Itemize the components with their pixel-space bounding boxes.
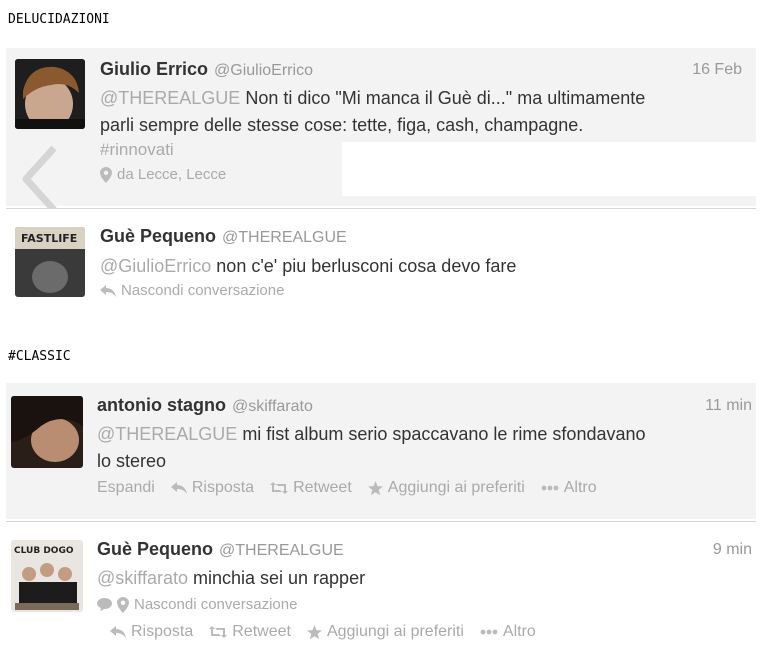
reply-button[interactable]: Risposta (110, 623, 193, 641)
author-handle[interactable]: @THEREALGUE (219, 542, 344, 559)
location-pin-icon (100, 166, 112, 183)
tweet-date[interactable]: 16 Feb (692, 61, 742, 79)
tweet-text: @skiffarato minchia sei un rapper (97, 568, 366, 588)
retweet-icon (270, 482, 289, 494)
tweet-text: @THEREALGUE Non ti dico "Mi manca il Guè… (100, 88, 646, 135)
hashtag-link[interactable]: #rinnovati (100, 136, 174, 163)
tweet-text: @THEREALGUE mi fist album serio spaccava… (97, 424, 646, 471)
mention-link[interactable]: @skiffarato (97, 568, 188, 588)
tweet-giulio-errico[interactable]: Giulio Errico @GiulioErrico 16 Feb @THERE… (6, 48, 756, 213)
tweet-text: @GiulioErrico non c'e' piu berlusconi co… (100, 256, 517, 276)
favorite-button[interactable]: Aggiungi ai preferiti (306, 623, 464, 641)
retweet-button[interactable]: Retweet (270, 479, 352, 497)
avatar[interactable] (11, 396, 83, 468)
author-name[interactable]: Guè Pequeno @THEREALGUE (100, 226, 347, 247)
author-handle[interactable]: @THEREALGUE (222, 229, 347, 246)
author-name[interactable]: Giulio Errico @GiulioErrico (100, 59, 313, 80)
mention-link[interactable]: @THEREALGUE (97, 424, 237, 444)
author-handle[interactable]: @GiulioErrico (214, 62, 313, 79)
avatar[interactable]: FASTLIFE (15, 227, 85, 297)
mention-link[interactable]: @THEREALGUE (100, 88, 240, 108)
section-title-delucidazioni: DELUCIDAZIONI (8, 12, 110, 27)
avatar-image: FASTLIFE (15, 227, 85, 297)
tweet-gue-pequeno-1[interactable]: FASTLIFE Guè Pequeno @THEREALGUE @GiulioE… (6, 209, 756, 307)
author-handle[interactable]: @skiffarato (232, 398, 313, 415)
location-pin-icon (117, 596, 129, 613)
tweet-gue-pequeno-2[interactable]: CLUB DOGO Guè Pequeno @THEREALGUE 9 min @… (6, 522, 756, 647)
more-button[interactable]: Altro (480, 623, 536, 641)
star-icon (367, 480, 383, 495)
retweet-icon (209, 626, 228, 638)
avatar[interactable]: CLUB DOGO (11, 540, 83, 612)
reply-button[interactable]: Risposta (170, 479, 254, 497)
overlay-blank-area (342, 142, 756, 196)
avatar-image (11, 396, 83, 468)
svg-text:CLUB DOGO: CLUB DOGO (14, 546, 74, 556)
tweet-date[interactable]: 9 min (713, 541, 752, 559)
avatar-image (15, 59, 85, 129)
mention-link[interactable]: @GiulioErrico (100, 256, 211, 276)
tweet-location[interactable]: da Lecce, Lecce (100, 166, 226, 183)
tweet-date[interactable]: 11 min (705, 397, 752, 415)
hide-conversation-link[interactable]: Nascondi conversazione (97, 596, 297, 613)
tweet-actions: Espandi Risposta Retweet Aggiungi ai pre… (97, 479, 613, 497)
avatar-image: CLUB DOGO (11, 540, 83, 612)
more-dots-icon (480, 629, 498, 635)
star-icon (306, 624, 322, 639)
reply-arrow-icon (110, 626, 126, 638)
avatar[interactable] (15, 59, 85, 129)
author-name[interactable]: antonio stagno @skiffarato (97, 395, 313, 416)
expand-link[interactable]: Espandi (97, 479, 155, 497)
tweet-actions: Risposta Retweet Aggiungi ai preferiti A… (110, 623, 552, 641)
more-button[interactable]: Altro (541, 479, 597, 497)
tweet-antonio-stagno[interactable]: antonio stagno @skiffarato 11 min @THEREA… (6, 383, 756, 519)
retweet-button[interactable]: Retweet (209, 623, 291, 641)
hide-conversation-link[interactable]: Nascondi conversazione (100, 282, 284, 299)
favorite-button[interactable]: Aggiungi ai preferiti (367, 479, 525, 497)
svg-text:FASTLIFE: FASTLIFE (21, 232, 77, 245)
more-dots-icon (541, 485, 559, 491)
reply-arrow-icon (170, 482, 187, 494)
author-name[interactable]: Guè Pequeno @THEREALGUE (97, 539, 344, 560)
speech-bubble-icon (97, 598, 112, 611)
section-title-classic: #CLASSIC (8, 349, 71, 364)
reply-arrow-icon (100, 284, 116, 297)
back-arrow-icon[interactable] (18, 144, 62, 214)
